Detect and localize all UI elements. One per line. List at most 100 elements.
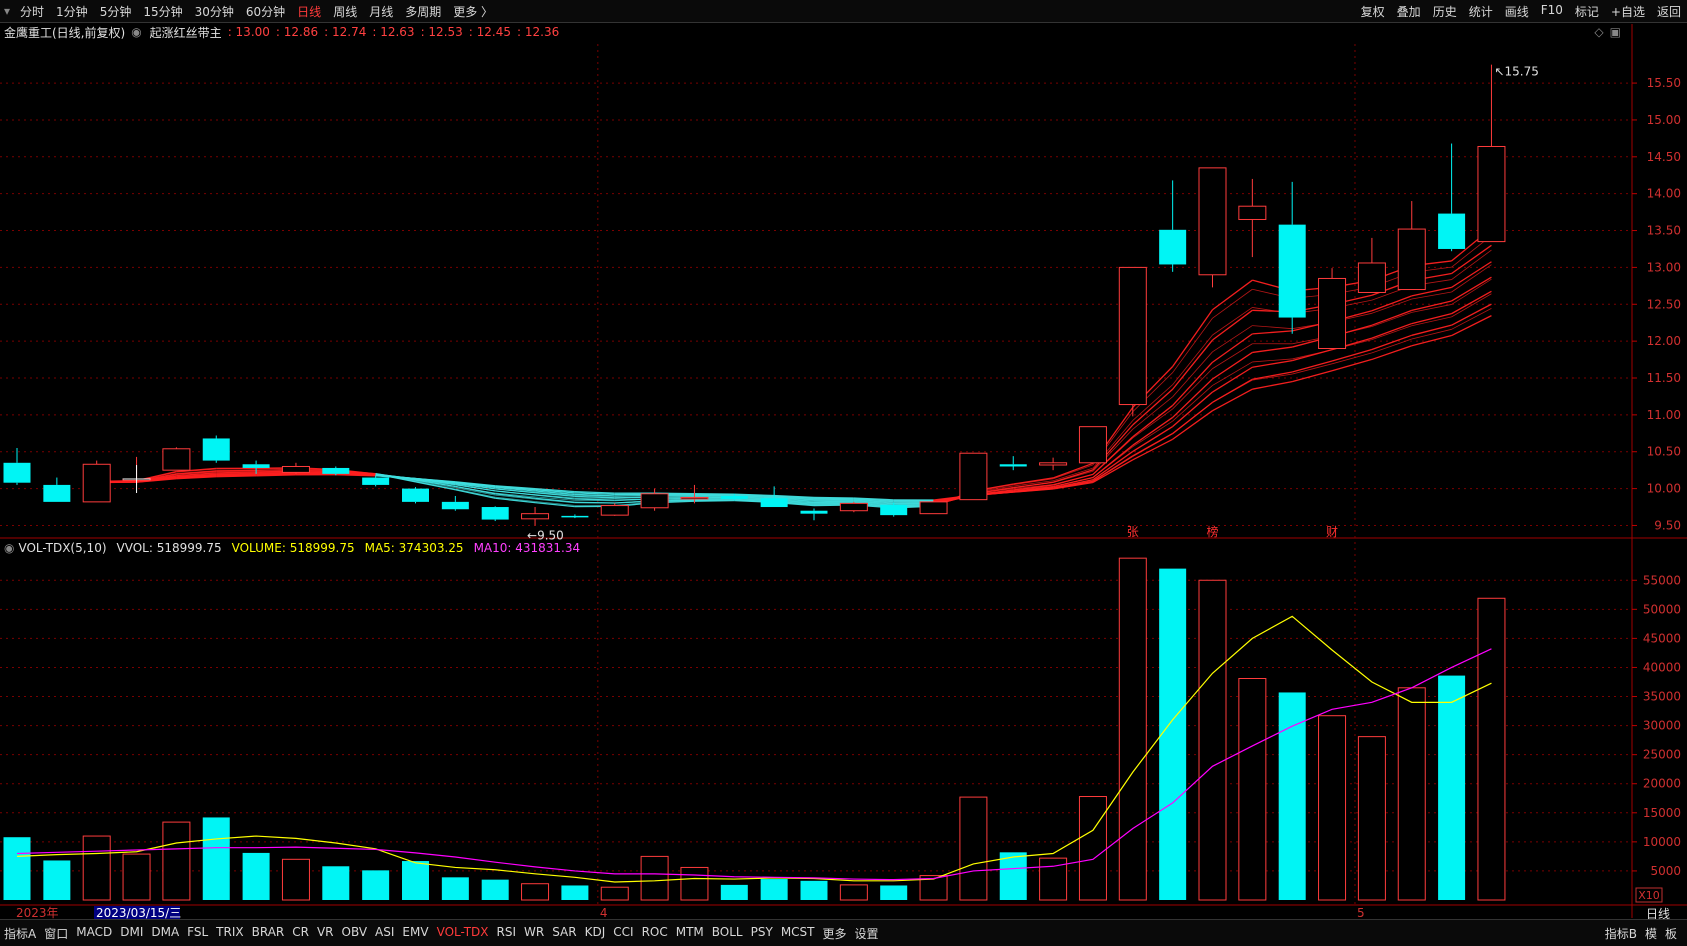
bottom-right-tab[interactable]: 模 [1641, 925, 1661, 942]
period-tab[interactable]: 分时 [14, 3, 50, 20]
tool-button[interactable]: 统计 [1463, 3, 1499, 20]
ribbon-value: : 12.86 [276, 25, 318, 39]
indicator-tab[interactable]: 更多 [819, 925, 851, 942]
volume-bar [920, 876, 947, 900]
indicator-tab[interactable]: WR [520, 925, 548, 942]
indicator-tab[interactable]: RSI [493, 925, 521, 942]
indicator-tab[interactable]: 指标A [0, 925, 40, 942]
indicator-tab[interactable]: VOL-TDX [433, 925, 493, 942]
ribbon-fill [1133, 373, 1173, 412]
bottom-right-tab[interactable]: 板 [1661, 925, 1681, 942]
indicator-tab[interactable]: MTM [672, 925, 708, 942]
candle-body [282, 466, 309, 472]
ribbon-fill [176, 471, 216, 474]
tool-button[interactable]: F10 [1535, 3, 1569, 20]
ribbon-line [176, 471, 216, 474]
price-info-bar: 金鹰重工(日线,前复权) ◉ 起涨红丝带主 : 13.00: 12.86: 12… [0, 23, 1687, 41]
volume-bar [601, 887, 628, 900]
ribbon-fill [1213, 344, 1253, 369]
indicator-tab[interactable]: DMA [147, 925, 183, 942]
ribbon-line [1093, 456, 1133, 481]
ribbon-line [973, 484, 1013, 491]
ribbon-fill [535, 497, 575, 501]
ribbon-fill [734, 496, 774, 497]
vvol-value: VVOL: 518999.75 [117, 541, 222, 555]
ribbon-line [734, 501, 774, 503]
tool-button[interactable]: 复权 [1355, 3, 1391, 20]
tool-button[interactable]: +自选 [1605, 3, 1651, 20]
ribbon-fill [137, 475, 177, 482]
indicator-tab[interactable]: PSY [747, 925, 777, 942]
volume-tick-label: 45000 [1643, 631, 1681, 645]
indicator-tab[interactable]: TRIX [212, 925, 247, 942]
price-tick-label: 13.50 [1647, 224, 1681, 238]
ribbon-fill [615, 497, 655, 498]
candle-body [123, 479, 150, 481]
period-tab[interactable]: 日线 [291, 3, 327, 20]
x-axis-label: 2023年 [16, 906, 59, 920]
indicator-tab[interactable]: OBV [338, 925, 372, 942]
window-icon[interactable]: ▣ [1610, 25, 1621, 39]
ribbon-fill [734, 495, 774, 496]
vol-toggle-icon[interactable]: ◉ [4, 541, 14, 555]
ribbon-fill [416, 480, 456, 485]
ribbon-line [176, 476, 216, 478]
indicator-tab[interactable]: KDJ [581, 925, 610, 942]
indicator-tab[interactable]: CCI [609, 925, 637, 942]
indicator-tab[interactable]: 设置 [851, 925, 883, 942]
ribbon-fill [97, 481, 137, 482]
indicator-tab[interactable]: DMI [116, 925, 147, 942]
ribbon-fill [973, 485, 1013, 492]
tool-button[interactable]: 历史 [1427, 3, 1463, 20]
ribbon-line [535, 493, 575, 497]
ribbon-line [1372, 310, 1412, 325]
period-tab[interactable]: 更多 〉 [447, 3, 499, 20]
tool-button[interactable]: 叠加 [1391, 3, 1427, 20]
ribbon-fill [934, 493, 974, 502]
period-tab[interactable]: 30分钟 [189, 3, 240, 20]
diamond-icon[interactable]: ◇ [1594, 25, 1603, 39]
indicator-tab[interactable]: FSL [183, 925, 212, 942]
indicator-tab[interactable]: MCST [777, 925, 819, 942]
ribbon-line [575, 496, 615, 497]
candle-body [1438, 214, 1465, 249]
ribbon-fill [1013, 484, 1053, 488]
period-tab[interactable]: 1分钟 [50, 3, 94, 20]
period-tab[interactable]: 5分钟 [94, 3, 138, 20]
tool-button[interactable]: 画线 [1499, 3, 1535, 20]
ribbon-line [416, 478, 456, 482]
period-tab[interactable]: 月线 [363, 3, 399, 20]
indicator-tab[interactable]: VR [313, 925, 338, 942]
indicator-tab[interactable]: SAR [548, 925, 580, 942]
menu-icon[interactable]: ▾ [0, 4, 14, 18]
candle-body [522, 514, 549, 519]
indicator-tab[interactable]: MACD [72, 925, 116, 942]
ribbon-fill [615, 502, 655, 505]
indicator-tab[interactable]: ASI [371, 925, 398, 942]
ribbon-line [495, 487, 535, 490]
period-tab[interactable]: 15分钟 [137, 3, 188, 20]
vol-indicator-name[interactable]: VOL-TDX(5,10) [18, 541, 106, 555]
grid-layer [0, 24, 1687, 918]
indicator-tab[interactable]: CR [288, 925, 313, 942]
bottom-right-tab[interactable]: 指标B [1601, 925, 1641, 942]
ribbon-line [336, 472, 376, 474]
period-tab[interactable]: 周线 [327, 3, 363, 20]
period-tab[interactable]: 多周期 [399, 3, 447, 20]
indicator-tab[interactable]: EMV [398, 925, 432, 942]
candle-body [442, 502, 469, 509]
indicator-toggle-icon[interactable]: ◉ [131, 25, 141, 39]
tool-button[interactable]: 返回 [1651, 3, 1687, 20]
ribbon-line [256, 472, 296, 473]
indicator-tab[interactable]: BOLL [708, 925, 747, 942]
ribbon-fill [1133, 397, 1173, 429]
period-tab[interactable]: 60分钟 [240, 3, 291, 20]
ribbon-line [1452, 262, 1492, 288]
indicator-tab[interactable]: BRAR [248, 925, 289, 942]
indicator-tab[interactable]: ROC [638, 925, 672, 942]
ribbon-fill [734, 497, 774, 499]
indicator-tab[interactable]: 窗口 [40, 925, 72, 942]
tool-button[interactable]: 标记 [1569, 3, 1605, 20]
ribbon-line [376, 476, 416, 479]
ribbon-fill [535, 495, 575, 498]
